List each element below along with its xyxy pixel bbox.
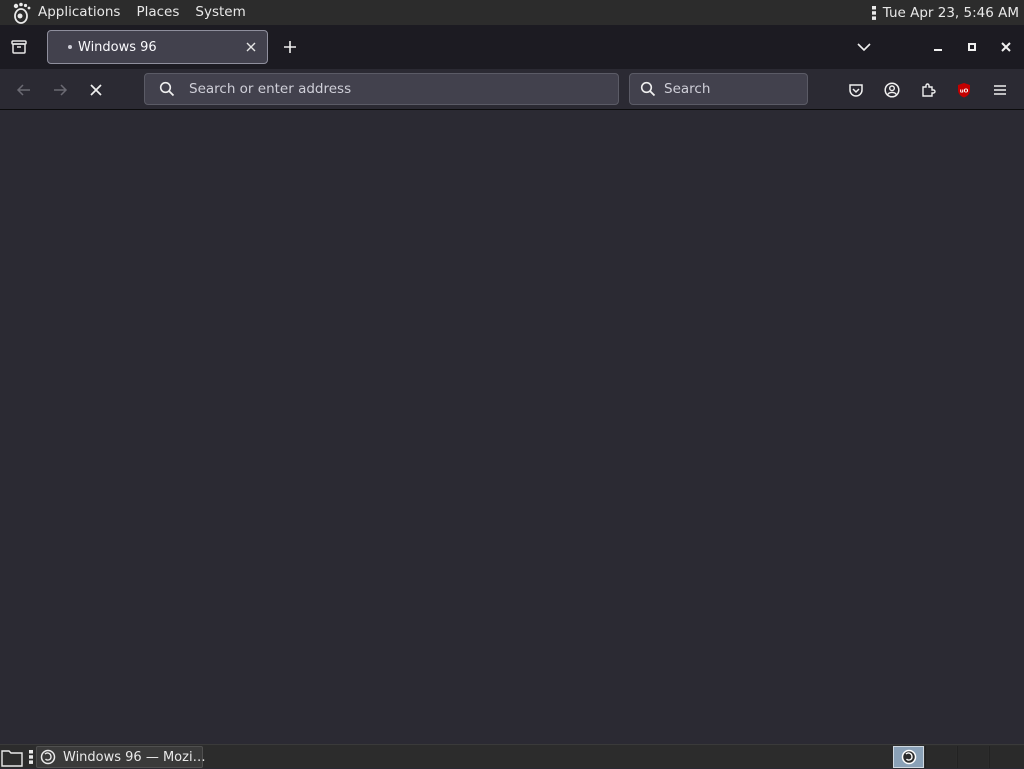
tab-title: Windows 96 <box>78 39 157 55</box>
firefox-icon <box>40 749 56 765</box>
search-input[interactable] <box>664 81 794 97</box>
clock[interactable]: Tue Apr 23, 5:46 AM <box>883 5 1019 21</box>
workspace-3[interactable] <box>957 746 988 768</box>
forward-arrow-icon[interactable] <box>49 79 71 101</box>
stop-loading-icon[interactable] <box>85 79 107 101</box>
panel-right: Tue Apr 23, 5:46 AM <box>871 5 1024 21</box>
bottom-panel: Windows 96 — Mozi… <box>0 744 1024 768</box>
svg-text:uO: uO <box>960 89 969 95</box>
menu-places[interactable]: Places <box>128 0 187 25</box>
menu-applications[interactable]: Applications <box>30 0 128 25</box>
search-icon <box>159 81 175 97</box>
url-input[interactable] <box>189 81 569 97</box>
taskbar-window-button[interactable]: Windows 96 — Mozi… <box>36 746 206 768</box>
panel-handle-icon[interactable] <box>28 749 34 765</box>
top-panel: Applications Places System Tue Apr 23, 5… <box>0 0 1024 25</box>
hamburger-menu-icon[interactable] <box>989 79 1011 101</box>
extensions-icon[interactable] <box>917 79 939 101</box>
gnome-foot-icon[interactable] <box>10 2 32 24</box>
workspace-1[interactable] <box>893 746 924 768</box>
tabs-overview-button[interactable] <box>0 25 38 69</box>
new-tab-icon[interactable] <box>280 37 300 57</box>
firefox-icon <box>901 749 917 765</box>
panel-menu-bar: Applications Places System <box>30 0 254 25</box>
account-icon[interactable] <box>881 79 903 101</box>
url-bar[interactable] <box>144 73 619 105</box>
workspace-2[interactable] <box>925 746 956 768</box>
tab-windows-96[interactable]: Windows 96 <box>47 30 268 64</box>
menu-system[interactable]: System <box>187 0 253 25</box>
search-icon <box>640 81 656 97</box>
pocket-icon[interactable] <box>845 79 867 101</box>
chevron-down-icon[interactable] <box>855 38 873 56</box>
close-tab-icon[interactable] <box>244 40 258 54</box>
ublock-origin-icon[interactable]: uO <box>953 79 975 101</box>
tabs-overview-icon <box>10 39 28 55</box>
workspace-4[interactable] <box>989 746 1024 768</box>
minimize-icon[interactable] <box>929 38 947 56</box>
taskbar-window-label: Windows 96 — Mozi… <box>63 749 206 765</box>
panel-overflow-icon[interactable] <box>871 5 877 21</box>
navigation-toolbar: uO <box>0 69 1024 110</box>
close-window-icon[interactable] <box>997 38 1015 56</box>
maximize-icon[interactable] <box>963 38 981 56</box>
page-content-area[interactable] <box>0 110 1024 744</box>
search-bar[interactable] <box>629 73 808 105</box>
show-desktop-icon[interactable] <box>0 745 24 769</box>
tab-strip: Windows 96 <box>0 25 1024 69</box>
back-arrow-icon[interactable] <box>13 79 35 101</box>
tab-loading-indicator <box>68 45 72 49</box>
